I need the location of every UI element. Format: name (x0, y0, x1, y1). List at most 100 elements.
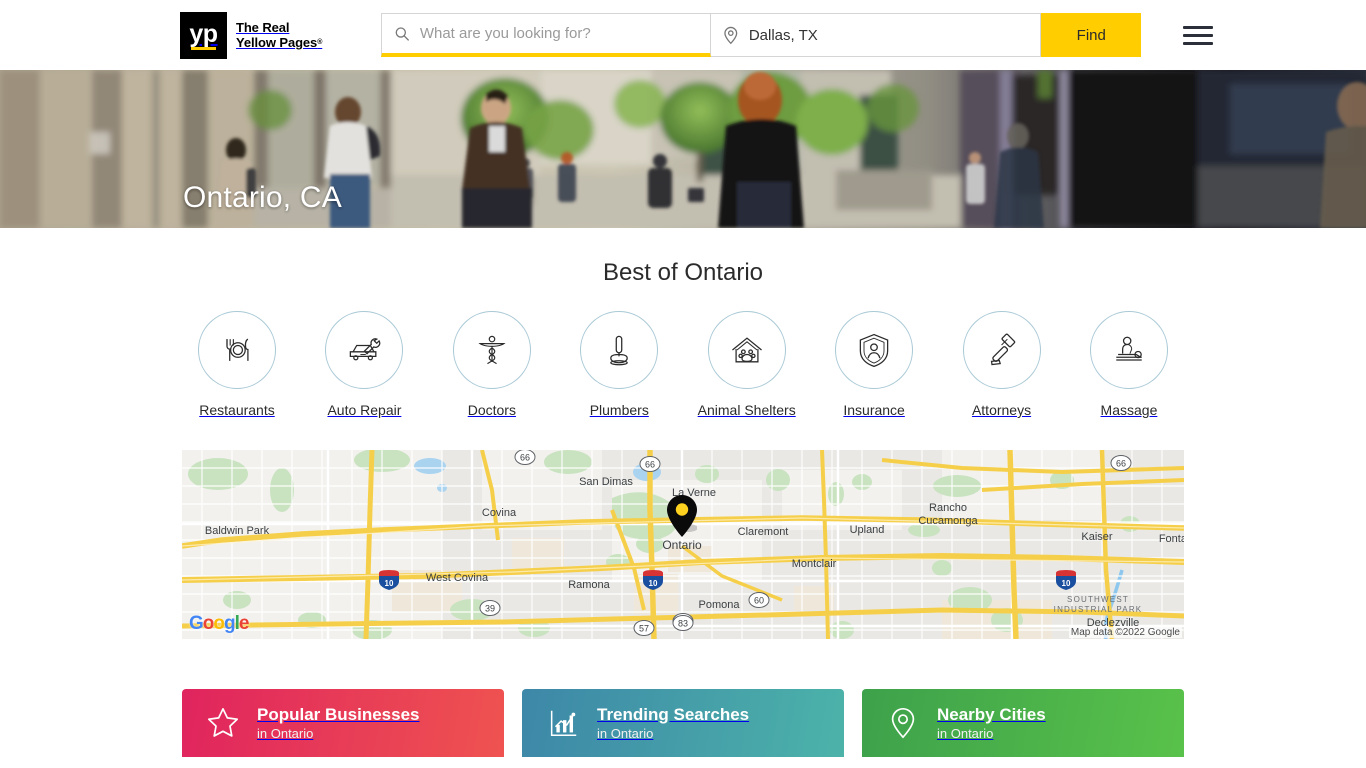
category-animal-shelters[interactable]: Animal Shelters (692, 311, 802, 418)
category-restaurants[interactable]: Restaurants (182, 311, 292, 418)
promo-card-list: Popular Businesses in Ontario Trending S… (182, 689, 1184, 757)
map-highway-shield: 83 (672, 615, 694, 631)
category-icon-circle (962, 311, 1041, 389)
promo-card-title: Popular Businesses (257, 705, 420, 724)
map-attribution: Map data ©2022 Google (1068, 627, 1182, 638)
category-label: Animal Shelters (697, 402, 796, 418)
svg-text:66: 66 (520, 452, 530, 462)
map-highway-shield: 10 (379, 570, 399, 590)
yp-logo[interactable]: yp The Real Yellow Pages® (180, 11, 322, 59)
category-icon-circle (835, 311, 914, 389)
menu-icon-bar (1183, 25, 1214, 29)
category-icon-circle (707, 311, 786, 389)
map-highway-shield: 10 (1056, 570, 1076, 590)
category-icon-circle (198, 311, 276, 389)
location-input[interactable] (748, 26, 1029, 44)
map-place-label: Fontana (1159, 533, 1184, 545)
massage-icon (1116, 336, 1142, 361)
category-label: Attorneys (971, 402, 1032, 418)
svg-text:10: 10 (385, 579, 394, 588)
map-place-label: INDUSTRIAL PARK (1054, 605, 1143, 614)
map-marker[interactable] (667, 495, 697, 537)
svg-text:66: 66 (1116, 458, 1126, 468)
promo-card-popular-businesses[interactable]: Popular Businesses in Ontario (182, 689, 504, 757)
svg-text:66: 66 (645, 459, 655, 469)
map-place-label: Upland (850, 524, 885, 536)
svg-text:10: 10 (1062, 579, 1071, 588)
category-label: Plumbers (589, 402, 649, 418)
menu-icon-bar (1183, 33, 1214, 37)
map-place-label: West Covina (426, 572, 489, 584)
yp-logo-underline (191, 47, 216, 50)
map-marker-label: Ontario (662, 538, 702, 552)
category-doctors[interactable]: Doctors (437, 311, 547, 418)
category-label: Restaurants (199, 402, 275, 418)
map-place-label: Covina (482, 507, 517, 519)
category-insurance[interactable]: Insurance (819, 311, 929, 418)
search-group: Find (381, 13, 1142, 57)
map-place-label: Claremont (738, 526, 789, 538)
hero-banner: Ontario, CA (0, 70, 1366, 228)
yp-logo-line2: Yellow Pages (236, 35, 318, 50)
map-place-label: Rancho (929, 502, 967, 514)
category-attorneys[interactable]: Attorneys (947, 311, 1057, 418)
category-auto-repair[interactable]: Auto Repair (309, 311, 419, 418)
map-labels: Baldwin ParkCovinaSan DimasLa VerneClare… (205, 450, 1184, 636)
yp-logo-trademark: ® (317, 39, 323, 46)
category-label: Massage (1100, 402, 1158, 418)
category-massage[interactable]: Massage (1074, 311, 1184, 418)
category-plumbers[interactable]: Plumbers (564, 311, 674, 418)
promo-card-text: Popular Businesses in Ontario (257, 704, 420, 742)
category-icon-circle (1089, 311, 1168, 389)
search-input[interactable] (419, 25, 699, 42)
map-place-label: Kaiser (1081, 531, 1113, 543)
promo-card-nearby-cities[interactable]: Nearby Cities in Ontario (862, 689, 1184, 757)
category-icon-circle (325, 311, 404, 389)
category-label: Insurance (843, 402, 905, 418)
menu-icon[interactable] (1183, 25, 1214, 45)
svg-text:57: 57 (639, 623, 649, 633)
shield-person-icon (859, 333, 889, 368)
map-place-label: Cucamonga (918, 515, 978, 527)
yp-logo-initials: yp (189, 20, 218, 48)
promo-card-title: Trending Searches (597, 705, 750, 724)
yp-logo-mark: yp (180, 11, 227, 59)
map-highway-shield: 66 (514, 450, 536, 465)
page-title: Ontario, CA (183, 181, 342, 214)
search-term-field[interactable] (381, 13, 712, 57)
yp-logo-text: The Real Yellow Pages® (236, 20, 322, 50)
promo-card-trending-searches[interactable]: Trending Searches in Ontario (522, 689, 844, 757)
category-icon-circle (452, 311, 531, 389)
trending-chart-icon (550, 710, 577, 737)
promo-card-subtitle: in Ontario (597, 726, 654, 741)
auto-repair-icon (350, 338, 381, 361)
menu-icon-bar (1183, 41, 1214, 45)
map-place-label: Baldwin Park (205, 525, 270, 537)
category-icon-circle (580, 311, 659, 389)
map-highway-shield: 66 (639, 456, 661, 472)
location-field[interactable] (711, 13, 1042, 57)
gavel-icon (990, 333, 1015, 366)
map-highway-shield: 57 (633, 620, 655, 636)
site-header: yp The Real Yellow Pages® Find (0, 0, 1366, 70)
star-icon (207, 707, 239, 737)
svg-text:60: 60 (754, 595, 764, 605)
promo-card-subtitle: in Ontario (937, 726, 994, 741)
map-highway-shield: 39 (479, 600, 501, 616)
map-highway-shield: 10 (643, 570, 663, 590)
promo-card-subtitle: in Ontario (257, 726, 314, 741)
promo-card-title: Nearby Cities (937, 705, 1046, 724)
map-place-label: Pomona (699, 599, 741, 611)
pet-house-icon (731, 337, 762, 363)
restaurant-icon (226, 338, 249, 361)
category-label: Auto Repair (327, 402, 402, 418)
yp-logo-line1: The Real (236, 20, 290, 35)
map-highway-shield: 66 (1110, 455, 1132, 471)
find-button[interactable]: Find (1041, 13, 1142, 57)
category-list: Restaurants Auto Repair Doctors Plumbers… (182, 311, 1184, 418)
caduceus-icon (478, 335, 506, 365)
google-watermark: Google (189, 613, 249, 634)
location-pin-icon (891, 708, 915, 739)
location-pin-icon (724, 26, 738, 44)
location-map[interactable]: Baldwin Park Covina San Dimas La Verne Clare… (182, 450, 1184, 639)
